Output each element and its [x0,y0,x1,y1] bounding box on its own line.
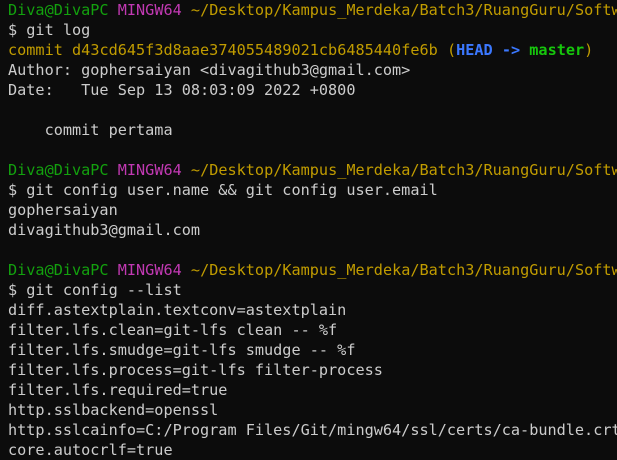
prompt-mingw: MINGW64 [117,1,182,19]
config-line: filter.lfs.required=true [8,381,228,399]
prompt-mingw: MINGW64 [117,261,182,279]
prompt-path: ~/Desktop/Kampus_Merdeka/Batch3/RuangGur… [190,261,617,279]
ref-paren-close: ) [584,41,594,59]
terminal-window[interactable]: Diva@DivaPC MINGW64 ~/Desktop/Kampus_Mer… [0,0,617,460]
config-line: filter.lfs.smudge=git-lfs smudge -- %f [8,341,356,359]
ref-paren-open: ( [446,41,457,59]
ref-branch: master [529,41,585,59]
commit-message: commit pertama [8,121,173,139]
config-line: diff.astextplain.textconv=astextplain [8,301,347,319]
prompt-path: ~/Desktop/Kampus_Merdeka/Batch3/RuangGur… [190,161,617,179]
output-line: gophersaiyan [8,201,118,219]
prompt-path: ~/Desktop/Kampus_Merdeka/Batch3/RuangGur… [190,1,617,19]
prompt-line: Diva@DivaPC MINGW64 ~/Desktop/Kampus_Mer… [8,160,617,180]
prompt-user-host: Diva@DivaPC [8,1,109,19]
date-line: Date: Tue Sep 13 08:03:09 2022 +0800 [8,81,356,99]
commit-label: commit [8,41,63,59]
config-line: filter.lfs.process=git-lfs filter-proces… [8,361,383,379]
prompt-user-host: Diva@DivaPC [8,161,109,179]
prompt-mingw: MINGW64 [117,161,182,179]
command-line: $ git config --list [8,281,182,299]
prompt-user-host: Diva@DivaPC [8,261,109,279]
prompt-line: Diva@DivaPC MINGW64 ~/Desktop/Kampus_Mer… [8,0,617,20]
config-line: filter.lfs.clean=git-lfs clean -- %f [8,321,338,339]
config-line: http.sslbackend=openssl [8,401,219,419]
commit-hash: d43cd645f3d8aae374055489021cb6485440fe6b [72,41,438,59]
config-line: core.autocrlf=true [8,441,173,459]
config-line: http.sslcainfo=C:/Program Files/Git/ming… [8,421,617,439]
commit-line: commit d43cd645f3d8aae374055489021cb6485… [8,40,617,60]
author-line: Author: gophersaiyan <divagithub3@gmail.… [8,61,411,79]
ref-head: HEAD [456,41,493,59]
command-line: $ git log [8,21,91,39]
ref-arrow: -> [501,41,521,59]
command-line: $ git config user.name && git config use… [8,181,438,199]
output-line: divagithub3@gmail.com [8,221,201,239]
prompt-line: Diva@DivaPC MINGW64 ~/Desktop/Kampus_Mer… [8,260,617,280]
